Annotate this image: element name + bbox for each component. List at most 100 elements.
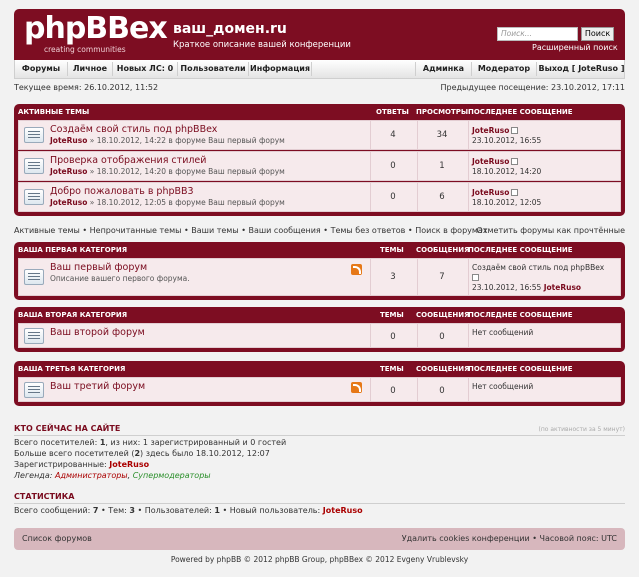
online-period-note: (по активности за 5 минут) [538, 426, 625, 433]
goto-last-post-icon[interactable] [511, 127, 519, 134]
link-your-topics[interactable]: Ваши темы [191, 226, 238, 235]
advanced-search-link[interactable]: Расширенный поиск [532, 43, 618, 52]
search-input[interactable]: Поиск... [497, 27, 578, 41]
timezone-text: • Часовой пояс: UTC [529, 534, 617, 543]
goto-last-post-icon[interactable] [511, 189, 519, 196]
online-record-detail: ) здесь было 18.10.2012, 12:07 [140, 449, 270, 458]
nav-personal[interactable]: Личное [68, 60, 112, 78]
column-divider [468, 324, 469, 347]
forum-icon [24, 269, 44, 285]
registered-user-link[interactable]: JoteRuso [109, 460, 149, 469]
col-topics: ТЕМЫ [380, 311, 404, 319]
topic-last-post: JoteRuso 23.10.2012, 16:55 [472, 126, 541, 146]
goto-last-post-icon[interactable] [472, 274, 479, 281]
nav-logout[interactable]: Выход [ JoteRuso ] [537, 60, 626, 78]
link-active-topics[interactable]: Активные темы [14, 226, 80, 235]
nav-admin[interactable]: Админка [416, 60, 471, 78]
online-record-label: Больше всего посетителей ( [14, 449, 135, 458]
forum-list-link[interactable]: Список форумов [22, 528, 92, 550]
link-unanswered[interactable]: Темы без ответов [331, 226, 406, 235]
topic-title[interactable]: Добро пожаловать в phpBB3 [50, 186, 194, 197]
topic-author[interactable]: JoteRuso [50, 198, 87, 207]
last-post-time: 18.10.2012, 14:20 [472, 167, 542, 176]
forum-row[interactable]: Ваш третий форум 0 0 Нет сообщений [18, 377, 621, 402]
link-your-posts[interactable]: Ваши сообщения [248, 226, 320, 235]
section-divider [14, 503, 625, 504]
topic-title[interactable]: Создаём свой стиль под phpBBex [50, 124, 217, 135]
search-button[interactable]: Поиск [581, 27, 614, 41]
stats-newest-user[interactable]: JoteRuso [323, 506, 363, 515]
category-title[interactable]: ВАША ВТОРАЯ КАТЕГОРИЯ [18, 307, 127, 323]
forum-title[interactable]: Ваш третий форум [50, 381, 145, 392]
delete-cookies-link[interactable]: Удалить cookies конференции [402, 534, 530, 543]
forum-row[interactable]: Ваш второй форум 0 0 Нет сообщений [18, 323, 621, 348]
col-replies: ОТВЕТЫ [376, 108, 409, 116]
topic-replies: 4 [390, 130, 396, 140]
category-header: ВАША ВТОРАЯ КАТЕГОРИЯ ТЕМЫ СООБЩЕНИЯ ПОС… [14, 307, 625, 323]
legend-admins-link[interactable]: Администраторы [55, 471, 128, 480]
topic-row[interactable]: Создаём свой стиль под phpBBex JoteRuso … [18, 120, 621, 150]
stats-posts-label: Всего сообщений: [14, 506, 93, 515]
nav-new-pm[interactable]: Новых ЛС: 0 [113, 60, 177, 78]
link-separator: • [181, 226, 192, 235]
forum-last-post: Нет сообщений [472, 328, 534, 337]
topic-meta: JoteRuso » 18.10.2012, 12:05 в форуме Ва… [50, 198, 285, 207]
online-total-detail: , из них: 1 зарегистрированный и 0 госте… [105, 438, 287, 447]
stats-topics-label: • Тем: [98, 506, 130, 515]
last-post-author[interactable]: JoteRuso [472, 157, 509, 166]
stats-newest-label: • Новый пользователь: [219, 506, 323, 515]
topic-author[interactable]: JoteRuso [50, 136, 87, 145]
online-record: Больше всего посетителей (2) здесь было … [14, 449, 270, 458]
last-post-time: 23.10.2012, 16:55 [472, 283, 542, 292]
last-visit: Предыдущее посещение: 23.10.2012, 17:11 [440, 83, 626, 92]
site-logo[interactable]: phpBBex creating communities [24, 11, 168, 55]
forum-posts-count: 0 [439, 332, 445, 342]
forum-row[interactable]: Ваш первый форум Описание вашего первого… [18, 258, 621, 296]
last-post-author[interactable]: JoteRuso [544, 283, 581, 292]
topic-views: 1 [439, 161, 445, 171]
col-topics: ТЕМЫ [380, 246, 404, 254]
nav-forums[interactable]: Форумы [15, 60, 67, 78]
footer-bar: Список форумов Удалить cookies конференц… [14, 528, 625, 550]
topic-replies: 0 [390, 161, 396, 171]
nav-moderator[interactable]: Модератор [472, 60, 536, 78]
category-block: ВАША ТРЕТЬЯ КАТЕГОРИЯ ТЕМЫ СООБЩЕНИЯ ПОС… [14, 361, 625, 406]
logo-text: phpBBex [24, 11, 168, 46]
legend-mods-link[interactable]: Супермодераторы [133, 471, 211, 480]
forum-description: Описание вашего первого форума. [50, 274, 190, 283]
last-post-author[interactable]: JoteRuso [472, 188, 509, 197]
active-topics-block: АКТИВНЫЕ ТЕМЫ ОТВЕТЫ ПРОСМОТРЫ ПОСЛЕДНЕЕ… [14, 104, 625, 216]
stats-users-label: • Пользователей: [134, 506, 215, 515]
who-is-online-title[interactable]: КТО СЕЙЧАС НА САЙТЕ [14, 424, 120, 433]
mark-forums-read-link[interactable]: Отметить форумы как прочтённые [477, 226, 625, 235]
nav-info[interactable]: Информация [249, 60, 311, 78]
category-title[interactable]: ВАША ПЕРВАЯ КАТЕГОРИЯ [18, 242, 127, 258]
rss-feed-icon[interactable] [351, 382, 362, 393]
nav-separator [311, 62, 312, 76]
column-divider [417, 183, 418, 211]
nav-users[interactable]: Пользователи [178, 60, 248, 78]
topic-title[interactable]: Проверка отображения стилей [50, 155, 206, 166]
last-post-time: 23.10.2012, 16:55 [472, 136, 542, 145]
last-post-title[interactable]: Создаём свой стиль под phpBBex [472, 263, 604, 272]
column-divider [468, 378, 469, 401]
forum-topics-count: 0 [390, 332, 396, 342]
main-navbar: Форумы Личное Новых ЛС: 0 Пользователи И… [14, 60, 625, 79]
link-unread-topics[interactable]: Непрочитанные темы [90, 226, 182, 235]
site-title[interactable]: ваш_домен.ru [173, 21, 287, 37]
topic-row[interactable]: Проверка отображения стилей JoteRuso » 1… [18, 151, 621, 181]
column-divider [417, 259, 418, 295]
topic-row[interactable]: Добро пожаловать в phpBB3 JoteRuso » 18.… [18, 182, 621, 212]
last-post-author[interactable]: JoteRuso [472, 126, 509, 135]
forum-title[interactable]: Ваш первый форум [50, 262, 147, 273]
rss-feed-icon[interactable] [351, 264, 362, 275]
category-title[interactable]: ВАША ТРЕТЬЯ КАТЕГОРИЯ [18, 361, 125, 377]
online-total-label: Всего посетителей: [14, 438, 100, 447]
goto-last-post-icon[interactable] [511, 158, 519, 165]
legend-label: Легенда: [14, 471, 55, 480]
topic-author[interactable]: JoteRuso [50, 167, 87, 176]
statistics-title: СТАТИСТИКА [14, 492, 75, 501]
forum-icon [24, 328, 44, 344]
forum-title[interactable]: Ваш второй форум [50, 327, 145, 338]
topic-meta-text: » 18.10.2012, 12:05 в форуме Ваш первый … [87, 198, 285, 207]
